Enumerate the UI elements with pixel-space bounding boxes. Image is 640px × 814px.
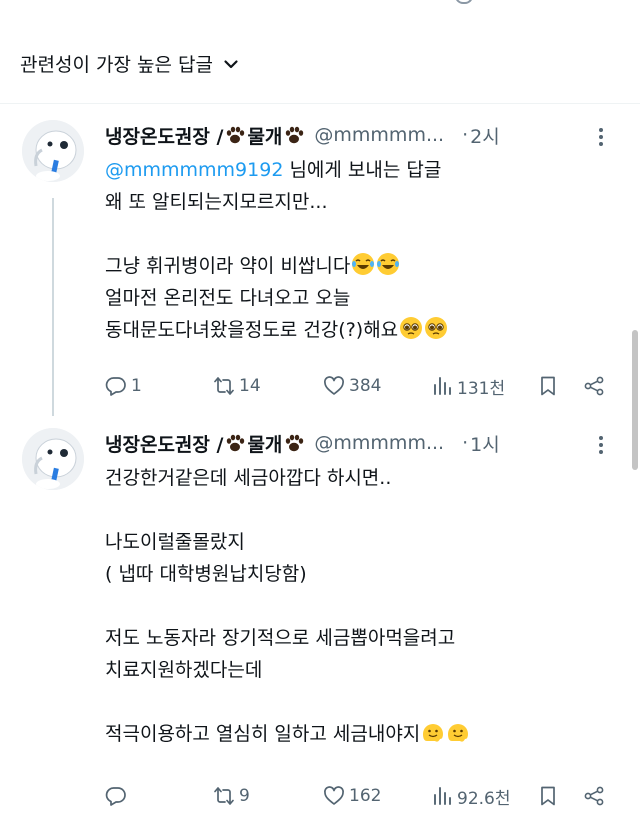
display-name[interactable]: 냉장온도권장 / — [105, 122, 223, 149]
repost-icon — [214, 377, 234, 395]
text-line: 왜 또 알티되는지모르지만... — [105, 191, 328, 213]
laughing-crying-emoji-icon — [352, 253, 375, 275]
like-button[interactable]: 384 — [323, 370, 381, 402]
views-count: 92.6천 — [457, 788, 511, 809]
sort-bar: 관련성이 가장 높은 답글 — [0, 0, 640, 104]
text-span: 그냥 휘귀병이라 약이 비쌉니다 — [105, 255, 351, 277]
melting-face-emoji-icon — [448, 724, 469, 742]
reply-text: @mmmmmm9192 님에게 보내는 답글 왜 또 알티되는지모르지만... … — [105, 154, 620, 346]
sort-dropdown-button[interactable]: 관련성이 가장 높은 답글 — [20, 50, 239, 77]
text-line: 그냥 휘귀병이라 약이 비쌉니다 — [105, 250, 620, 282]
reply-text: 건강한거같은데 세금아깝다 하시면.. 나도이럴줄몰랐지 ( 냅따 대학병원납치… — [105, 462, 620, 750]
paw-icon — [286, 434, 304, 452]
text-span: 적극이용하고 열심히 일하고 세금내야지 — [105, 723, 421, 745]
reply-icon — [105, 377, 126, 396]
scrollbar-thumb[interactable] — [632, 330, 638, 470]
text-line: 치료지원하겠다는데 — [105, 659, 263, 681]
bookmark-button[interactable] — [537, 370, 559, 402]
user-handle[interactable]: @mmmmm... — [314, 432, 444, 454]
replying-to-suffix: 님에게 보내는 답글 — [283, 159, 442, 181]
text-line: 저도 노동자라 장기적으로 세금뽑아먹을려고 — [105, 627, 456, 649]
pleading-emoji-icon — [425, 317, 448, 339]
separator-dot: · — [462, 432, 469, 454]
like-button[interactable]: 162 — [323, 780, 381, 812]
text-line: 나도이럴줄몰랐지 — [105, 531, 245, 553]
laughing-crying-emoji-icon — [377, 253, 400, 275]
paw-icon — [227, 126, 245, 144]
paw-icon — [227, 434, 245, 452]
paw-icon — [286, 126, 304, 144]
action-bar: 1 14 384 131천 — [105, 370, 620, 402]
reply-count: 1 — [131, 376, 142, 396]
text-line: 얼마전 온리전도 다녀오고 오늘 — [105, 287, 351, 309]
user-handle[interactable]: @mmmmm... — [314, 124, 444, 146]
like-icon — [324, 786, 344, 805]
action-bar: 9 162 92.6천 — [105, 780, 620, 812]
chevron-down-icon — [224, 59, 238, 68]
avatar[interactable] — [22, 120, 84, 182]
top-fragment-icon — [455, 0, 473, 4]
views-icon — [434, 377, 451, 395]
reply-item[interactable]: 냉장온도권장 / 물개 @mmmmm... · 1시 건강한거같은데 세금아깝다… — [0, 420, 640, 814]
views-button[interactable]: 92.6천 — [431, 780, 511, 812]
reply-button[interactable] — [105, 780, 131, 812]
melting-face-emoji-icon — [423, 724, 444, 742]
bookmark-button[interactable] — [537, 780, 559, 812]
views-button[interactable]: 131천 — [431, 370, 505, 402]
repost-count: 14 — [239, 376, 261, 396]
replying-to-line: @mmmmmm9192 님에게 보내는 답글 — [105, 154, 620, 186]
text-span: 동대문도다녀왔을정도로 건강(?)해요 — [105, 319, 399, 341]
reply-icon — [105, 787, 126, 806]
text-line: ( 냅따 대학병원납치당함) — [105, 563, 307, 585]
text-line: 적극이용하고 열심히 일하고 세금내야지 — [105, 718, 620, 750]
display-name[interactable]: 냉장온도권장 / — [105, 430, 223, 457]
text-line: 건강한거같은데 세금아깝다 하시면.. — [105, 467, 392, 489]
bookmark-icon — [541, 376, 555, 396]
mention-link[interactable]: @mmmmmm9192 — [105, 159, 283, 181]
repost-count: 9 — [239, 786, 250, 806]
bookmark-icon — [541, 786, 555, 806]
repost-icon — [214, 787, 234, 805]
views-count: 131천 — [457, 378, 506, 399]
text-line: 동대문도다녀왔을정도로 건강(?)해요 — [105, 314, 620, 346]
like-count: 162 — [349, 786, 382, 806]
reply-item[interactable]: 냉장온도권장 / 물개 @mmmmm... · 2시 @mmmmmm9192 님… — [0, 112, 640, 417]
reply-header: 냉장온도권장 / 물개 @mmmmm... · 1시 — [105, 428, 622, 458]
repost-button[interactable]: 9 — [213, 780, 250, 812]
post-time[interactable]: 2시 — [470, 122, 500, 149]
share-icon — [584, 376, 604, 396]
repost-button[interactable]: 14 — [213, 370, 261, 402]
display-name-suffix[interactable]: 물개 — [247, 430, 282, 457]
reply-button[interactable]: 1 — [105, 370, 142, 402]
like-icon — [324, 376, 344, 395]
avatar-image — [22, 428, 84, 490]
share-button[interactable] — [583, 780, 605, 812]
reply-header: 냉장온도권장 / 물개 @mmmmm... · 2시 — [105, 120, 622, 150]
views-icon — [434, 787, 451, 805]
like-count: 384 — [349, 376, 382, 396]
more-icon[interactable] — [590, 434, 612, 456]
avatar-image — [22, 120, 84, 182]
share-button[interactable] — [583, 370, 605, 402]
more-icon[interactable] — [590, 126, 612, 148]
pleading-emoji-icon — [400, 317, 423, 339]
avatar[interactable] — [22, 428, 84, 490]
display-name-suffix[interactable]: 물개 — [247, 122, 282, 149]
sort-label: 관련성이 가장 높은 답글 — [20, 54, 213, 76]
replies-page: 관련성이 가장 높은 답글 냉장온도권장 / 물개 @mmmmm... · 2시… — [0, 0, 640, 814]
post-time[interactable]: 1시 — [470, 430, 500, 457]
share-icon — [584, 786, 604, 806]
separator-dot: · — [462, 124, 469, 146]
